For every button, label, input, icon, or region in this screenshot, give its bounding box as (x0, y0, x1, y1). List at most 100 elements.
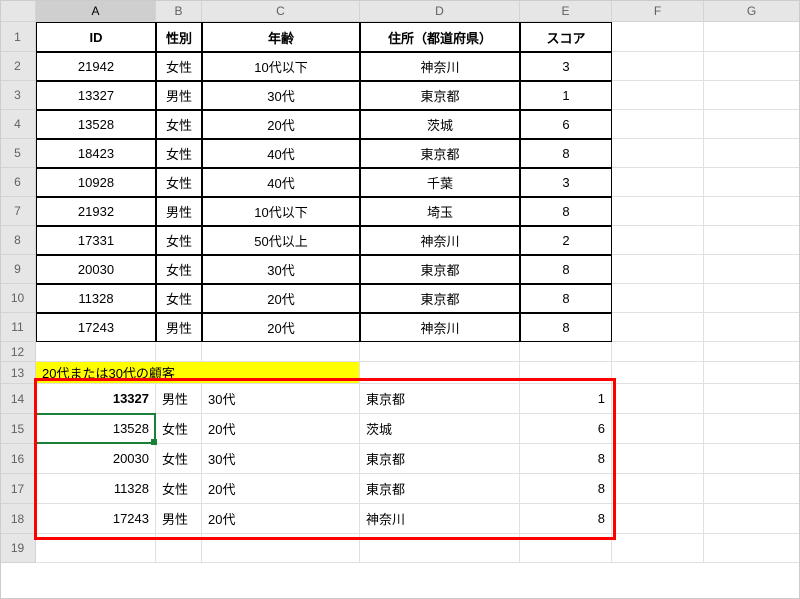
cell-2-c[interactable]: 10代以下 (202, 52, 360, 81)
filter-title[interactable]: 20代または30代の顧客 (36, 362, 360, 384)
cell-10-c[interactable]: 11328 (36, 284, 156, 313)
cell-5-c[interactable]: 18423 (36, 139, 156, 168)
cell-C12[interactable] (202, 342, 360, 362)
cell-F11[interactable] (612, 313, 704, 342)
cell-8-c[interactable]: 2 (520, 226, 612, 255)
cell-G6[interactable] (704, 168, 800, 197)
cell-11-c[interactable]: 17243 (36, 313, 156, 342)
cell-F18[interactable] (612, 504, 704, 534)
cell-G4[interactable] (704, 110, 800, 139)
row-header-4[interactable]: 4 (0, 110, 36, 139)
row-header-13[interactable]: 13 (0, 362, 36, 384)
fcell-sex-14[interactable]: 男性 (156, 384, 202, 414)
table-header-1[interactable]: 性別 (156, 22, 202, 52)
row-header-17[interactable]: 17 (0, 474, 36, 504)
cell-5-c[interactable]: 女性 (156, 139, 202, 168)
cell-7-c[interactable]: 10代以下 (202, 197, 360, 226)
row-header-15[interactable]: 15 (0, 414, 36, 444)
cell-3-c[interactable]: 男性 (156, 81, 202, 110)
fcell-age-18[interactable]: 20代 (202, 504, 360, 534)
cell-F1[interactable] (612, 22, 704, 52)
cell-10-c[interactable]: 20代 (202, 284, 360, 313)
cell-F16[interactable] (612, 444, 704, 474)
cell-2-c[interactable]: 神奈川 (360, 52, 520, 81)
cell-D12[interactable] (360, 342, 520, 362)
cell-10-c[interactable]: 8 (520, 284, 612, 313)
fcell-sex-16[interactable]: 女性 (156, 444, 202, 474)
row-header-12[interactable]: 12 (0, 342, 36, 362)
row-header-7[interactable]: 7 (0, 197, 36, 226)
cell-G17[interactable] (704, 474, 800, 504)
cell-F7[interactable] (612, 197, 704, 226)
col-header-G[interactable]: G (704, 0, 800, 22)
cell-4-c[interactable]: 茨城 (360, 110, 520, 139)
fcell-age-15[interactable]: 20代 (202, 414, 360, 444)
table-header-2[interactable]: 年齢 (202, 22, 360, 52)
cell-3-c[interactable]: 13327 (36, 81, 156, 110)
fcell-sex-15[interactable]: 女性 (156, 414, 202, 444)
fcell-id-16[interactable]: 20030 (36, 444, 156, 474)
cell-11-c[interactable]: 20代 (202, 313, 360, 342)
cell-G7[interactable] (704, 197, 800, 226)
cell-G10[interactable] (704, 284, 800, 313)
cell-F8[interactable] (612, 226, 704, 255)
fcell-age-16[interactable]: 30代 (202, 444, 360, 474)
cell-8-c[interactable]: 17331 (36, 226, 156, 255)
cell-9-c[interactable]: 20030 (36, 255, 156, 284)
cell-F10[interactable] (612, 284, 704, 313)
cell-9-c[interactable]: 8 (520, 255, 612, 284)
fcell-age-14[interactable]: 30代 (202, 384, 360, 414)
cell-F2[interactable] (612, 52, 704, 81)
cell-9-c[interactable]: 東京都 (360, 255, 520, 284)
fcell-sex-17[interactable]: 女性 (156, 474, 202, 504)
row-header-1[interactable]: 1 (0, 22, 36, 52)
fcell-id-17[interactable]: 11328 (36, 474, 156, 504)
cell-F4[interactable] (612, 110, 704, 139)
cell-D13[interactable] (360, 362, 520, 384)
col-header-A[interactable]: A (36, 0, 156, 22)
row-header-11[interactable]: 11 (0, 313, 36, 342)
cell-G18[interactable] (704, 504, 800, 534)
fcell-sex-18[interactable]: 男性 (156, 504, 202, 534)
col-header-D[interactable]: D (360, 0, 520, 22)
cell-11-c[interactable]: 8 (520, 313, 612, 342)
col-header-B[interactable]: B (156, 0, 202, 22)
cell-E12[interactable] (520, 342, 612, 362)
cell-G5[interactable] (704, 139, 800, 168)
cell-5-c[interactable]: 東京都 (360, 139, 520, 168)
cell-E13[interactable] (520, 362, 612, 384)
cell-11-c[interactable]: 男性 (156, 313, 202, 342)
cell-A19[interactable] (36, 534, 156, 563)
row-header-8[interactable]: 8 (0, 226, 36, 255)
fcell-pref-15[interactable]: 茨城 (360, 414, 520, 444)
cell-6-c[interactable]: 10928 (36, 168, 156, 197)
row-header-9[interactable]: 9 (0, 255, 36, 284)
fcell-id-15[interactable]: 13528 (36, 414, 156, 444)
fcell-age-17[interactable]: 20代 (202, 474, 360, 504)
spreadsheet[interactable]: ABCDEFG1ID性別年齢住所（都道府県）スコア221942女性10代以下神奈… (0, 0, 800, 563)
cell-6-c[interactable]: 40代 (202, 168, 360, 197)
cell-9-c[interactable]: 女性 (156, 255, 202, 284)
fcell-score-17[interactable]: 8 (520, 474, 612, 504)
select-all-corner[interactable] (0, 0, 36, 22)
cell-2-c[interactable]: 21942 (36, 52, 156, 81)
cell-2-c[interactable]: 3 (520, 52, 612, 81)
cell-2-c[interactable]: 女性 (156, 52, 202, 81)
cell-7-c[interactable]: 埼玉 (360, 197, 520, 226)
cell-F14[interactable] (612, 384, 704, 414)
row-header-18[interactable]: 18 (0, 504, 36, 534)
fcell-score-15[interactable]: 6 (520, 414, 612, 444)
cell-F6[interactable] (612, 168, 704, 197)
cell-F9[interactable] (612, 255, 704, 284)
cell-F5[interactable] (612, 139, 704, 168)
row-header-10[interactable]: 10 (0, 284, 36, 313)
cell-8-c[interactable]: 神奈川 (360, 226, 520, 255)
cell-G11[interactable] (704, 313, 800, 342)
cell-G12[interactable] (704, 342, 800, 362)
cell-B19[interactable] (156, 534, 202, 563)
cell-G16[interactable] (704, 444, 800, 474)
cell-G14[interactable] (704, 384, 800, 414)
cell-F19[interactable] (612, 534, 704, 563)
cell-G13[interactable] (704, 362, 800, 384)
fcell-id-14[interactable]: 13327 (36, 384, 156, 414)
